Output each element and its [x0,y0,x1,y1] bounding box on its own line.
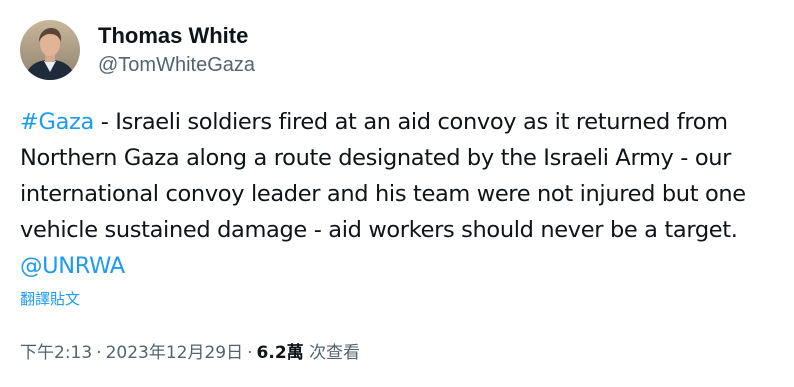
tweet-header: Thomas White @TomWhiteGaza [20,20,255,80]
tweet-date[interactable]: 2023年12月29日 [106,343,244,363]
profile-photo-icon [20,20,80,80]
author-names: Thomas White @TomWhiteGaza [98,22,255,79]
tweet-card: Thomas White @TomWhiteGaza #Gaza - Israe… [0,0,794,387]
user-handle[interactable]: @TomWhiteGaza [98,51,255,79]
translate-post-link[interactable]: 翻譯貼文 [20,288,80,310]
mention-link[interactable]: @UNRWA [20,253,125,279]
tweet-text: #Gaza - Israeli soldiers fired at an aid… [20,104,790,284]
meta-separator: · [247,343,253,363]
tweet-body: - Israeli soldiers fired at an aid convo… [20,109,746,243]
views-label: 次查看 [309,343,361,363]
tweet-time[interactable]: 下午2:13 [20,343,92,363]
hashtag-link[interactable]: #Gaza [20,109,94,135]
tweet-meta: 下午2:13 · 2023年12月29日 · 6.2萬 次查看 [20,340,360,366]
display-name[interactable]: Thomas White [98,22,255,50]
avatar[interactable] [20,20,80,80]
views-count[interactable]: 6.2萬 [257,343,304,363]
meta-separator: · [96,343,102,363]
